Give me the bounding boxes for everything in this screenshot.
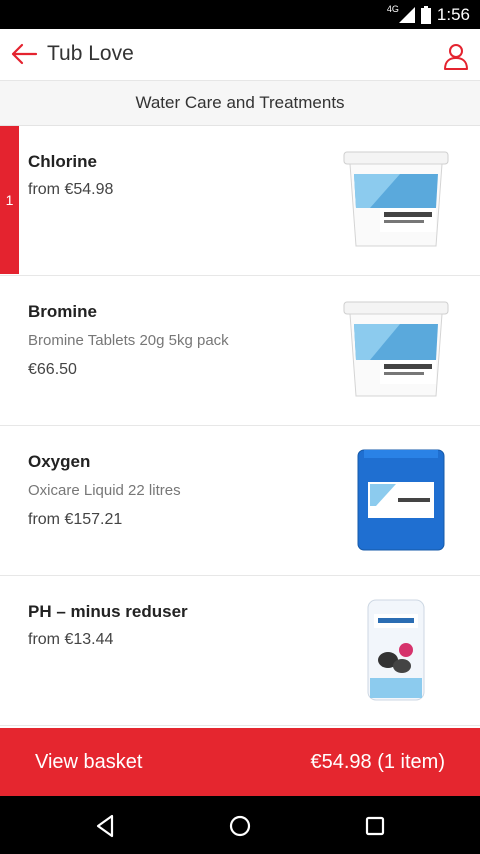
product-price: from €54.98 [28, 181, 114, 198]
category-header: Water Care and Treatments [0, 81, 480, 126]
nav-back-icon[interactable] [92, 813, 118, 839]
product-list: 1 Chlorine from €54.98 Bromine Bromine T… [0, 126, 480, 726]
bromine-tub-image [343, 301, 449, 397]
product-name: PH – minus reduser [28, 602, 188, 621]
signal-icon [398, 6, 415, 23]
app-title: Tub Love [47, 42, 134, 65]
basket-total: €54.98 (1 item) [310, 751, 445, 773]
product-item-ph-minus[interactable]: PH – minus reduser from €13.44 [0, 576, 480, 726]
user-account-icon[interactable] [442, 42, 470, 70]
nav-home-icon[interactable] [227, 813, 253, 839]
nav-recents-icon[interactable] [362, 813, 388, 839]
product-name: Chlorine [28, 152, 97, 171]
clock: 1:56 [436, 4, 470, 24]
product-price: €66.50 [28, 361, 77, 378]
back-arrow-icon[interactable] [10, 42, 38, 66]
product-price: from €13.44 [28, 631, 114, 648]
status-bar: 4G 1:56 [0, 0, 480, 29]
view-basket-bar[interactable]: View basket €54.98 (1 item) [0, 728, 480, 796]
category-title: Water Care and Treatments [135, 93, 345, 112]
view-basket-label: View basket [35, 751, 143, 773]
product-price: from €157.21 [28, 511, 123, 528]
product-name: Oxygen [28, 452, 91, 471]
system-navigation-bar [0, 796, 480, 854]
product-description: Bromine Tablets 20g 5kg pack [28, 332, 229, 349]
app-bar: Tub Love [0, 29, 480, 81]
battery-icon [420, 5, 431, 24]
product-item-chlorine[interactable]: 1 Chlorine from €54.98 [0, 126, 480, 276]
product-name: Bromine [28, 302, 97, 321]
product-description: Oxicare Liquid 22 litres [28, 482, 181, 499]
product-item-bromine[interactable]: Bromine Bromine Tablets 20g 5kg pack €66… [0, 276, 480, 426]
product-item-oxygen[interactable]: Oxygen Oxicare Liquid 22 litres from €15… [0, 426, 480, 576]
ph-bottle-image [367, 599, 425, 701]
chlorine-tub-image [343, 151, 449, 247]
network-type: 4G [386, 3, 399, 14]
quantity-badge: 1 [0, 126, 19, 274]
oxygen-canister-image [357, 449, 445, 551]
